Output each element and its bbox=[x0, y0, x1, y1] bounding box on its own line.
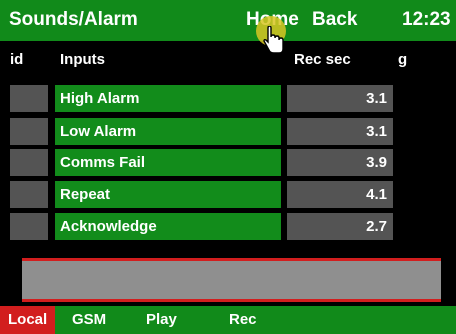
clock: 12:23 bbox=[402, 9, 451, 30]
row-input-label: Acknowledge bbox=[60, 218, 157, 235]
tab-play[interactable]: Play bbox=[146, 306, 177, 334]
table-row[interactable]: Comms Fail 3.9 bbox=[0, 149, 456, 176]
row-input-cell[interactable]: Acknowledge bbox=[55, 213, 281, 240]
row-input-label: Low Alarm bbox=[60, 123, 137, 140]
table-row[interactable]: Repeat 4.1 bbox=[0, 181, 456, 208]
row-input-label: Comms Fail bbox=[60, 154, 146, 171]
top-bar: Sounds/Alarm Home Back 12:23 bbox=[0, 0, 456, 41]
row-rec-sec-cell[interactable]: 2.7 bbox=[287, 213, 393, 240]
row-rec-sec-value: 3.1 bbox=[366, 90, 387, 107]
row-id-cell[interactable] bbox=[10, 213, 48, 240]
column-header-g: g bbox=[398, 51, 408, 68]
row-input-cell[interactable]: Low Alarm bbox=[55, 118, 281, 145]
tab-local[interactable]: Local bbox=[0, 306, 55, 334]
table-row[interactable]: Acknowledge 2.7 bbox=[0, 213, 456, 240]
row-rec-sec-cell[interactable]: 3.1 bbox=[287, 118, 393, 145]
column-header-inputs: Inputs bbox=[60, 51, 105, 68]
row-input-cell[interactable]: Repeat bbox=[55, 181, 281, 208]
row-id-cell[interactable] bbox=[10, 85, 48, 112]
row-rec-sec-cell[interactable]: 3.1 bbox=[287, 85, 393, 112]
column-header-id: id bbox=[10, 51, 24, 68]
row-rec-sec-value: 3.1 bbox=[366, 123, 387, 140]
back-button[interactable]: Back bbox=[312, 9, 357, 31]
message-box bbox=[22, 258, 441, 302]
tab-gsm[interactable]: GSM bbox=[72, 306, 106, 334]
bottom-tab-bar: Local GSM Play Rec bbox=[0, 306, 456, 334]
table-row[interactable]: Low Alarm 3.1 bbox=[0, 118, 456, 145]
column-header-rec-sec: Rec sec bbox=[294, 51, 351, 68]
row-input-label: Repeat bbox=[60, 186, 111, 203]
row-rec-sec-cell[interactable]: 3.9 bbox=[287, 149, 393, 176]
row-input-label: High Alarm bbox=[60, 90, 140, 107]
table-row[interactable]: High Alarm 3.1 bbox=[0, 85, 456, 112]
row-rec-sec-value: 2.7 bbox=[366, 218, 387, 235]
row-rec-sec-value: 4.1 bbox=[366, 186, 387, 203]
tab-rec[interactable]: Rec bbox=[229, 306, 257, 334]
row-rec-sec-cell[interactable]: 4.1 bbox=[287, 181, 393, 208]
hand-pointer-icon bbox=[263, 26, 284, 54]
row-id-cell[interactable] bbox=[10, 149, 48, 176]
row-input-cell[interactable]: Comms Fail bbox=[55, 149, 281, 176]
row-id-cell[interactable] bbox=[10, 118, 48, 145]
page-title: Sounds/Alarm bbox=[9, 9, 138, 30]
row-rec-sec-value: 3.9 bbox=[366, 154, 387, 171]
row-id-cell[interactable] bbox=[10, 181, 48, 208]
row-input-cell[interactable]: High Alarm bbox=[55, 85, 281, 112]
